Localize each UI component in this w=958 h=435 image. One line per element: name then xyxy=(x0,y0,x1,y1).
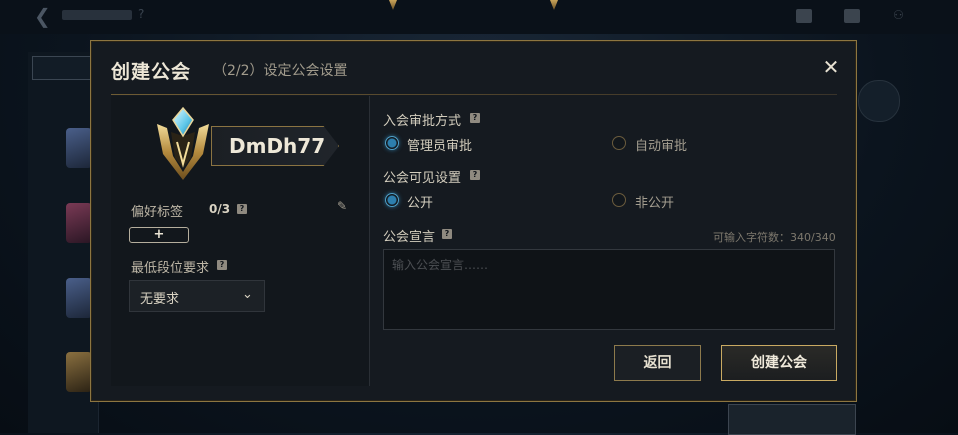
declaration-label: 公会宣言 xyxy=(383,230,436,245)
background-help-icon: ? xyxy=(138,7,145,21)
radio-auto-approval[interactable] xyxy=(612,136,626,150)
back-arrow-icon[interactable]: ❮ xyxy=(34,6,54,26)
mail-icon[interactable] xyxy=(796,9,812,23)
help-icon[interactable]: ? xyxy=(470,170,480,180)
declaration-input[interactable]: 输入公会宣言…… xyxy=(383,249,835,330)
background-avatar xyxy=(66,203,92,243)
visibility-label: 公会可见设置 xyxy=(383,171,462,186)
radio-private[interactable] xyxy=(612,193,626,207)
create-guild-button[interactable]: 创建公会 xyxy=(721,345,837,381)
help-icon[interactable]: ? xyxy=(237,204,247,214)
dialog-subtitle: （2/2）设定公会设置 xyxy=(213,63,348,79)
min-rank-value: 无要求 xyxy=(140,292,180,307)
help-icon[interactable]: ? xyxy=(217,260,227,270)
close-icon[interactable]: ✕ xyxy=(821,57,841,77)
help-icon[interactable]: ? xyxy=(470,113,480,123)
preference-tags-label: 偏好标签 xyxy=(131,205,184,220)
preference-tags-count: 0/3 xyxy=(209,202,231,216)
create-guild-dialog: 创建公会 （2/2）设定公会设置 ✕ DmDh77 偏好标签 0/3 ? ✎ +… xyxy=(90,40,857,402)
character-counter: 可输入字符数：340/340 xyxy=(713,231,836,244)
background-avatar xyxy=(66,352,92,392)
declaration-placeholder: 输入公会宣言…… xyxy=(392,258,489,272)
background-title xyxy=(62,10,132,20)
dialog-title: 创建公会 xyxy=(111,61,192,83)
background-avatar xyxy=(66,128,92,168)
add-tag-button[interactable]: + xyxy=(129,227,189,243)
min-rank-dropdown[interactable]: 无要求 ⌄ xyxy=(129,280,265,312)
min-rank-label: 最低段位要求 xyxy=(131,261,210,276)
background-round-button xyxy=(858,80,900,122)
background-avatar xyxy=(66,278,92,318)
edit-icon[interactable]: ✎ xyxy=(337,200,349,212)
radio-public[interactable] xyxy=(385,193,399,207)
radio-auto-approval-label[interactable]: 自动审批 xyxy=(635,135,687,154)
friends-icon[interactable]: ⚇ xyxy=(893,8,909,22)
background-bottom-button xyxy=(728,404,856,435)
title-divider xyxy=(111,94,837,95)
guild-profile-panel: DmDh77 偏好标签 0/3 ? ✎ + 最低段位要求 ? 无要求 ⌄ xyxy=(111,96,370,386)
radio-private-label[interactable]: 非公开 xyxy=(635,192,674,211)
approval-method-label: 入会审批方式 xyxy=(383,114,462,129)
radio-admin-approval-label[interactable]: 管理员审批 xyxy=(407,135,472,154)
guild-name: DmDh77 xyxy=(229,134,326,158)
help-icon[interactable]: ? xyxy=(442,229,452,239)
guild-crest-icon xyxy=(157,106,209,180)
chevron-down-icon: ⌄ xyxy=(242,287,253,302)
radio-admin-approval[interactable] xyxy=(385,136,399,150)
background-left-tab[interactable] xyxy=(32,56,96,80)
radio-public-label[interactable]: 公开 xyxy=(407,192,433,211)
message-icon[interactable] xyxy=(844,9,860,23)
back-button[interactable]: 返回 xyxy=(614,345,701,381)
